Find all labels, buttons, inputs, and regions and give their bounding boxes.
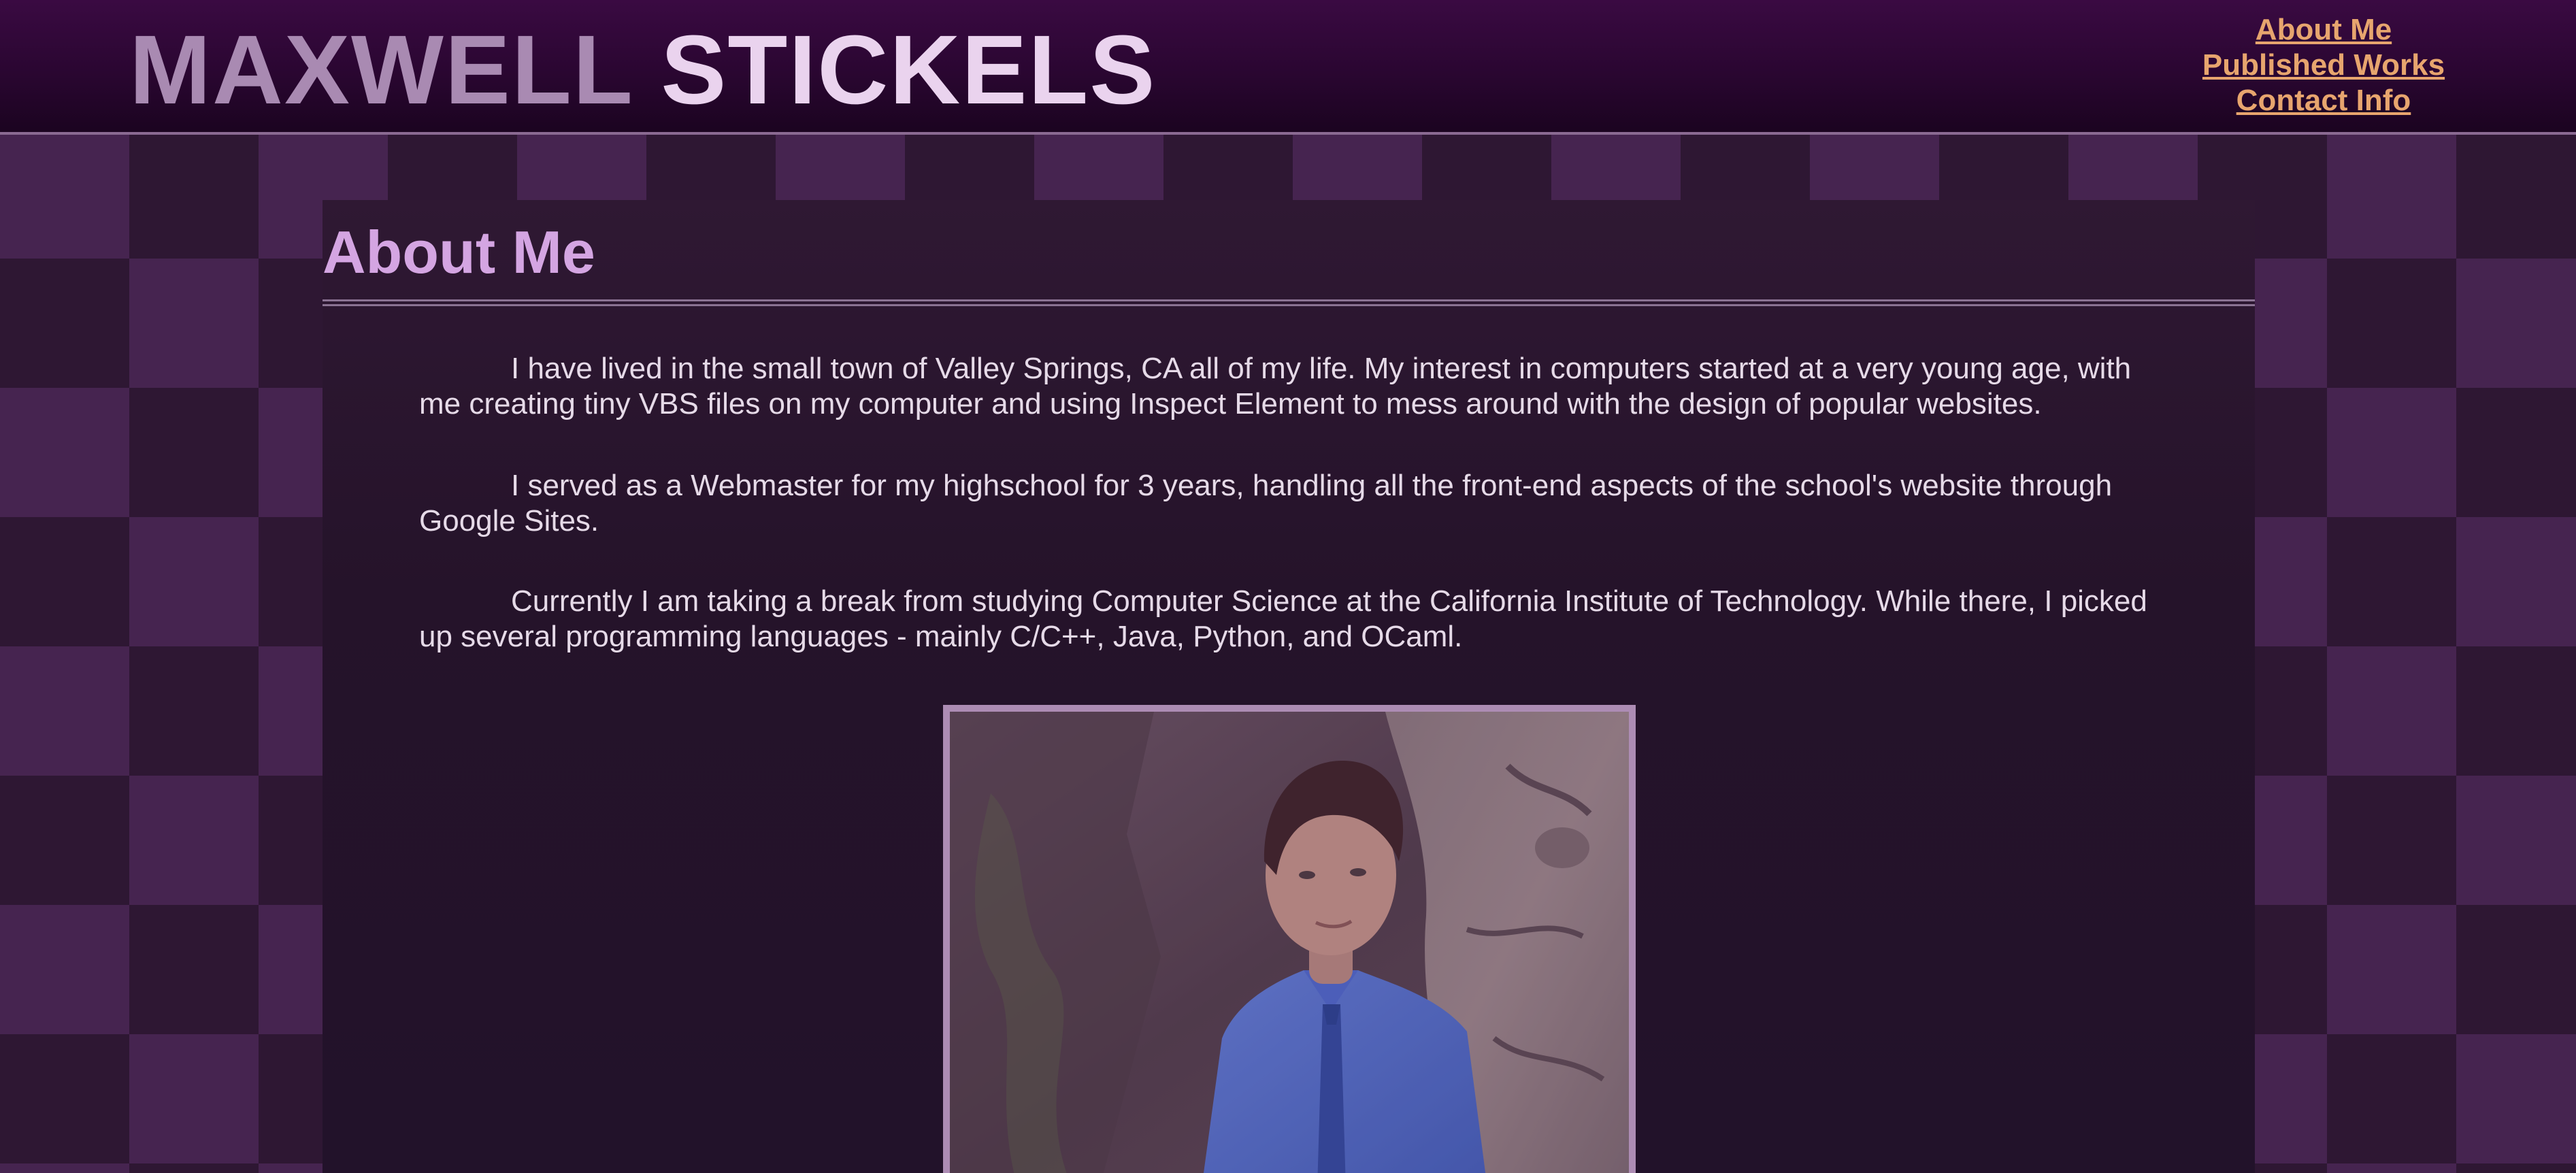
heading-divider xyxy=(323,299,2255,306)
nav-link-published-works[interactable]: Published Works xyxy=(2164,48,2483,83)
profile-photo-illustration xyxy=(950,712,1629,1173)
site-header: MAXWELL STICKELS About Me Published Work… xyxy=(0,0,2576,135)
bio-paragraph: Currently I am taking a break from study… xyxy=(419,584,2147,653)
site-title-first-name: MAXWELL xyxy=(129,15,633,125)
about-panel: About Me I have lived in the small town … xyxy=(323,200,2255,1173)
page-title: About Me xyxy=(323,218,595,286)
bio-paragraph: I have lived in the small town of Valley… xyxy=(419,352,2132,420)
profile-photo xyxy=(943,705,1636,1173)
main-nav: About Me Published Works Contact Info xyxy=(2164,12,2483,118)
nav-link-about-me[interactable]: About Me xyxy=(2164,12,2483,48)
bio-paragraph: I served as a Webmaster for my highschoo… xyxy=(419,469,2113,538)
site-title-last-name: STICKELS xyxy=(661,15,1157,125)
site-title: MAXWELL STICKELS xyxy=(129,19,1156,121)
nav-link-contact-info[interactable]: Contact Info xyxy=(2164,83,2483,118)
